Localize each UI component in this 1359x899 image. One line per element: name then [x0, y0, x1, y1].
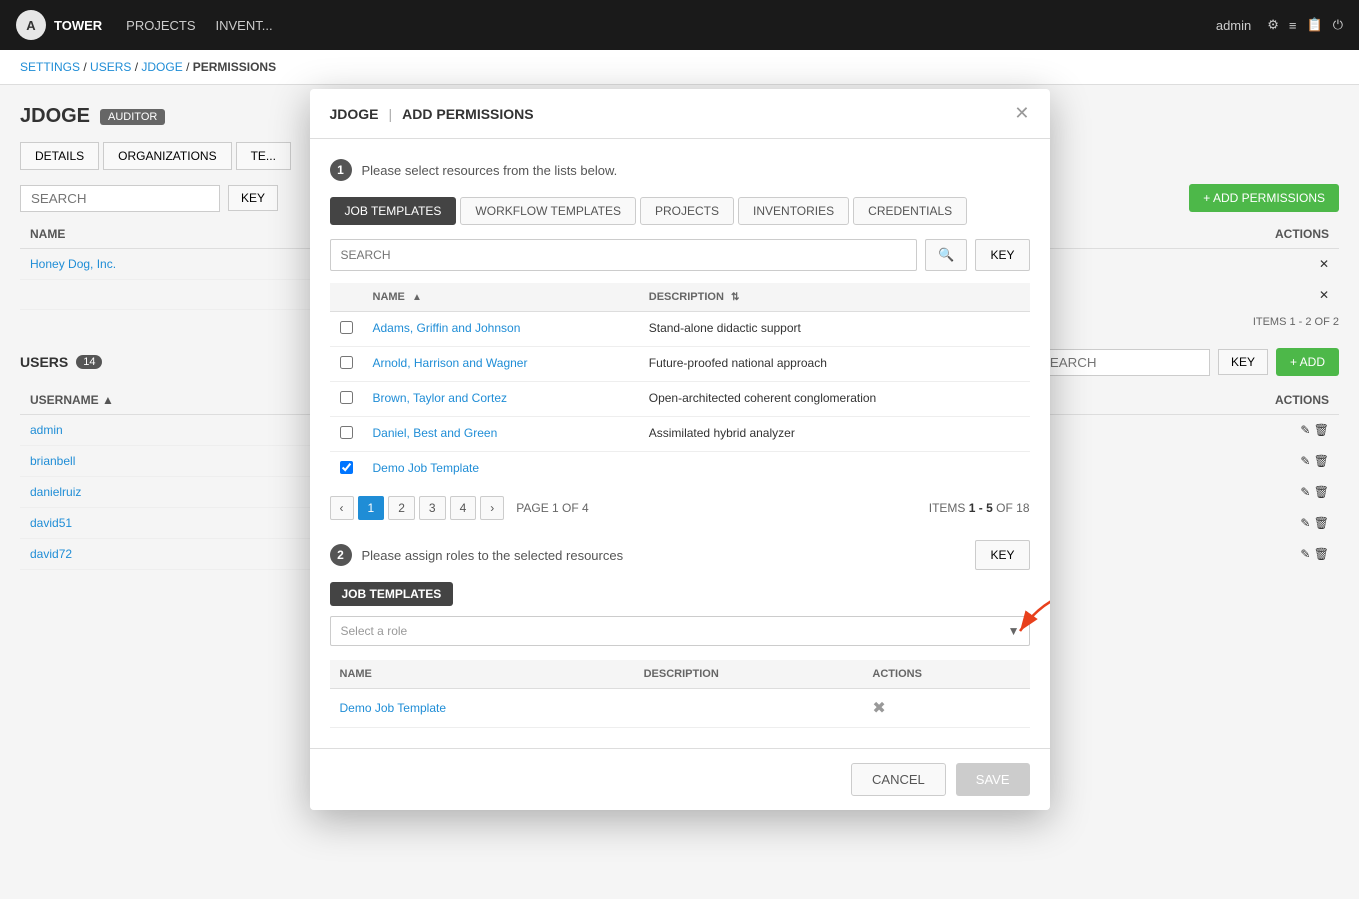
step2-number: 2	[330, 544, 352, 566]
step2-key-button[interactable]: KEY	[975, 540, 1029, 570]
row-checkbox-cell[interactable]	[330, 347, 363, 382]
col-name: NAME ▲	[363, 283, 639, 312]
step2-text: Please assign roles to the selected reso…	[362, 548, 624, 563]
modal-header: JDOGE | ADD PERMISSIONS ✕	[310, 89, 1050, 139]
remove-item-button[interactable]: ✖	[872, 700, 885, 717]
prev-page-button[interactable]: ‹	[330, 496, 354, 520]
page-2-button[interactable]: 2	[388, 496, 415, 520]
row-name-link[interactable]: Brown, Taylor and Cortez	[373, 391, 508, 405]
row-name-link[interactable]: Arnold, Harrison and Wagner	[373, 356, 528, 370]
pagination-row: ‹ 1 2 3 4 › PAGE 1 OF 4 ITEMS 1 - 5 OF 1…	[330, 496, 1030, 520]
table-row: Brown, Taylor and Cortez Open-architecte…	[330, 382, 1030, 417]
step2-section: 2 Please assign roles to the selected re…	[330, 540, 1030, 728]
row-checkbox[interactable]	[340, 426, 353, 439]
items-count: ITEMS 1 - 5 OF 18	[929, 501, 1030, 515]
row-name-link[interactable]: Demo Job Template	[373, 461, 480, 475]
selected-item-link[interactable]: Demo Job Template	[340, 701, 447, 715]
table-row: Demo Job Template	[330, 452, 1030, 487]
selected-items-table: NAME DESCRIPTION ACTIONS Demo Job Templa…	[330, 660, 1030, 728]
step2-header: 2 Please assign roles to the selected re…	[330, 540, 1030, 570]
search-button[interactable]: 🔍	[925, 239, 967, 271]
tab-job-templates[interactable]: JOB TEMPLATES	[330, 197, 457, 225]
resources-table: NAME ▲ DESCRIPTION ⇅ Adams, Griffin and …	[330, 283, 1030, 486]
selected-item-actions: ✖	[862, 689, 1029, 728]
modal-title: JDOGE | ADD PERMISSIONS	[330, 106, 534, 122]
row-description: Open-architected coherent conglomeration	[639, 382, 1030, 417]
selected-col-description: DESCRIPTION	[634, 660, 863, 689]
row-checkbox-cell[interactable]	[330, 452, 363, 487]
row-description: Future-proofed national approach	[639, 347, 1030, 382]
page-3-button[interactable]: 3	[419, 496, 446, 520]
modal-username: JDOGE	[330, 106, 379, 122]
row-checkbox[interactable]	[340, 391, 353, 404]
key-button[interactable]: KEY	[975, 239, 1029, 271]
row-name-link[interactable]: Daniel, Best and Green	[373, 426, 498, 440]
selected-col-name: NAME	[330, 660, 634, 689]
search-input[interactable]	[330, 239, 918, 271]
step1-number: 1	[330, 159, 352, 181]
row-name: Adams, Griffin and Johnson	[363, 312, 639, 347]
row-checkbox[interactable]	[340, 321, 353, 334]
col-checkbox	[330, 283, 363, 312]
search-row: 🔍 KEY	[330, 239, 1030, 271]
modal-body: 1 Please select resources from the lists…	[310, 139, 1050, 748]
page-4-button[interactable]: 4	[450, 496, 477, 520]
selected-item-row: Demo Job Template ✖	[330, 689, 1030, 728]
role-select[interactable]: Select a role	[330, 616, 1030, 646]
tab-projects[interactable]: PROJECTS	[640, 197, 734, 225]
row-checkbox[interactable]	[340, 461, 353, 474]
page-1-button[interactable]: 1	[358, 496, 385, 520]
row-description	[639, 452, 1030, 487]
col-description: DESCRIPTION ⇅	[639, 283, 1030, 312]
section-tag: JOB TEMPLATES	[330, 582, 454, 606]
tab-credentials[interactable]: CREDENTIALS	[853, 197, 967, 225]
modal-action-title: ADD PERMISSIONS	[402, 106, 533, 122]
modal-close-button[interactable]: ✕	[1014, 103, 1029, 124]
selected-col-actions: ACTIONS	[862, 660, 1029, 689]
tab-inventories[interactable]: INVENTORIES	[738, 197, 849, 225]
row-checkbox-cell[interactable]	[330, 382, 363, 417]
table-row: Arnold, Harrison and Wagner Future-proof…	[330, 347, 1030, 382]
desc-sort-icon[interactable]: ⇅	[731, 292, 739, 303]
row-name: Demo Job Template	[363, 452, 639, 487]
add-permissions-modal: JDOGE | ADD PERMISSIONS ✕ 1 Please selec…	[310, 89, 1050, 810]
row-name-link[interactable]: Adams, Griffin and Johnson	[373, 321, 521, 335]
table-row: Adams, Griffin and Johnson Stand-alone d…	[330, 312, 1030, 347]
row-name: Brown, Taylor and Cortez	[363, 382, 639, 417]
modal-footer: CANCEL SAVE	[310, 748, 1050, 810]
tab-workflow-templates[interactable]: WORKFLOW TEMPLATES	[460, 197, 636, 225]
modal-separator: |	[389, 106, 393, 122]
next-page-button[interactable]: ›	[480, 496, 504, 520]
selected-item-description	[634, 689, 863, 728]
role-select-row: Select a role ▼	[330, 616, 1030, 646]
modal-overlay: A TOWER PROJECTS INVENT... admin ⚙ ≡ 📋 ⏻…	[0, 0, 1359, 899]
row-description: Assimilated hybrid analyzer	[639, 417, 1030, 452]
row-description: Stand-alone didactic support	[639, 312, 1030, 347]
save-button[interactable]: SAVE	[956, 763, 1030, 796]
selected-item-name: Demo Job Template	[330, 689, 634, 728]
step1-row: 1 Please select resources from the lists…	[330, 159, 1030, 181]
name-sort-icon[interactable]: ▲	[412, 292, 422, 303]
row-checkbox[interactable]	[340, 356, 353, 369]
resource-tabs: JOB TEMPLATES WORKFLOW TEMPLATES PROJECT…	[330, 197, 1030, 225]
cancel-button[interactable]: CANCEL	[851, 763, 946, 796]
table-row: Daniel, Best and Green Assimilated hybri…	[330, 417, 1030, 452]
row-name: Daniel, Best and Green	[363, 417, 639, 452]
page-label: PAGE 1 OF 4	[516, 501, 588, 515]
step2-row: 2 Please assign roles to the selected re…	[330, 544, 624, 566]
step1-text: Please select resources from the lists b…	[362, 163, 618, 178]
row-checkbox-cell[interactable]	[330, 312, 363, 347]
row-name: Arnold, Harrison and Wagner	[363, 347, 639, 382]
row-checkbox-cell[interactable]	[330, 417, 363, 452]
